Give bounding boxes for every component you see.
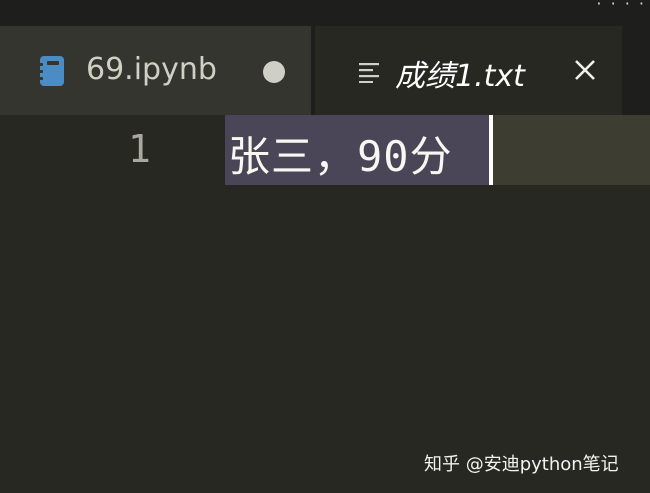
tab-text-file[interactable]: 成绩1.txt [315,26,622,115]
tab-text-file-label: 成绩1.txt [395,59,525,94]
close-icon[interactable] [573,58,597,82]
notebook-icon [38,56,64,86]
text-caret [489,115,493,185]
unsaved-dot-icon[interactable] [263,61,285,83]
tab-notebook[interactable]: 69.ipynb [0,26,311,115]
line-number: 1 [128,127,151,171]
tab-bar: 69.ipynb 成绩1.txt [0,26,650,115]
tab-notebook-label: 69.ipynb [86,52,217,87]
editor-area[interactable]: 1 张三，90分 [0,115,650,493]
title-strip: · · · · [0,0,650,26]
code-line[interactable]: 张三，90分 [228,123,453,184]
corner-glyph: · · · · [596,0,646,13]
watermark: 知乎 @安迪python笔记 [424,454,619,475]
editor-window: · · · · 69.ipynb 成绩1.txt 1 张三，90分 知乎 @安迪… [0,0,650,493]
text-lines-icon [359,63,379,83]
